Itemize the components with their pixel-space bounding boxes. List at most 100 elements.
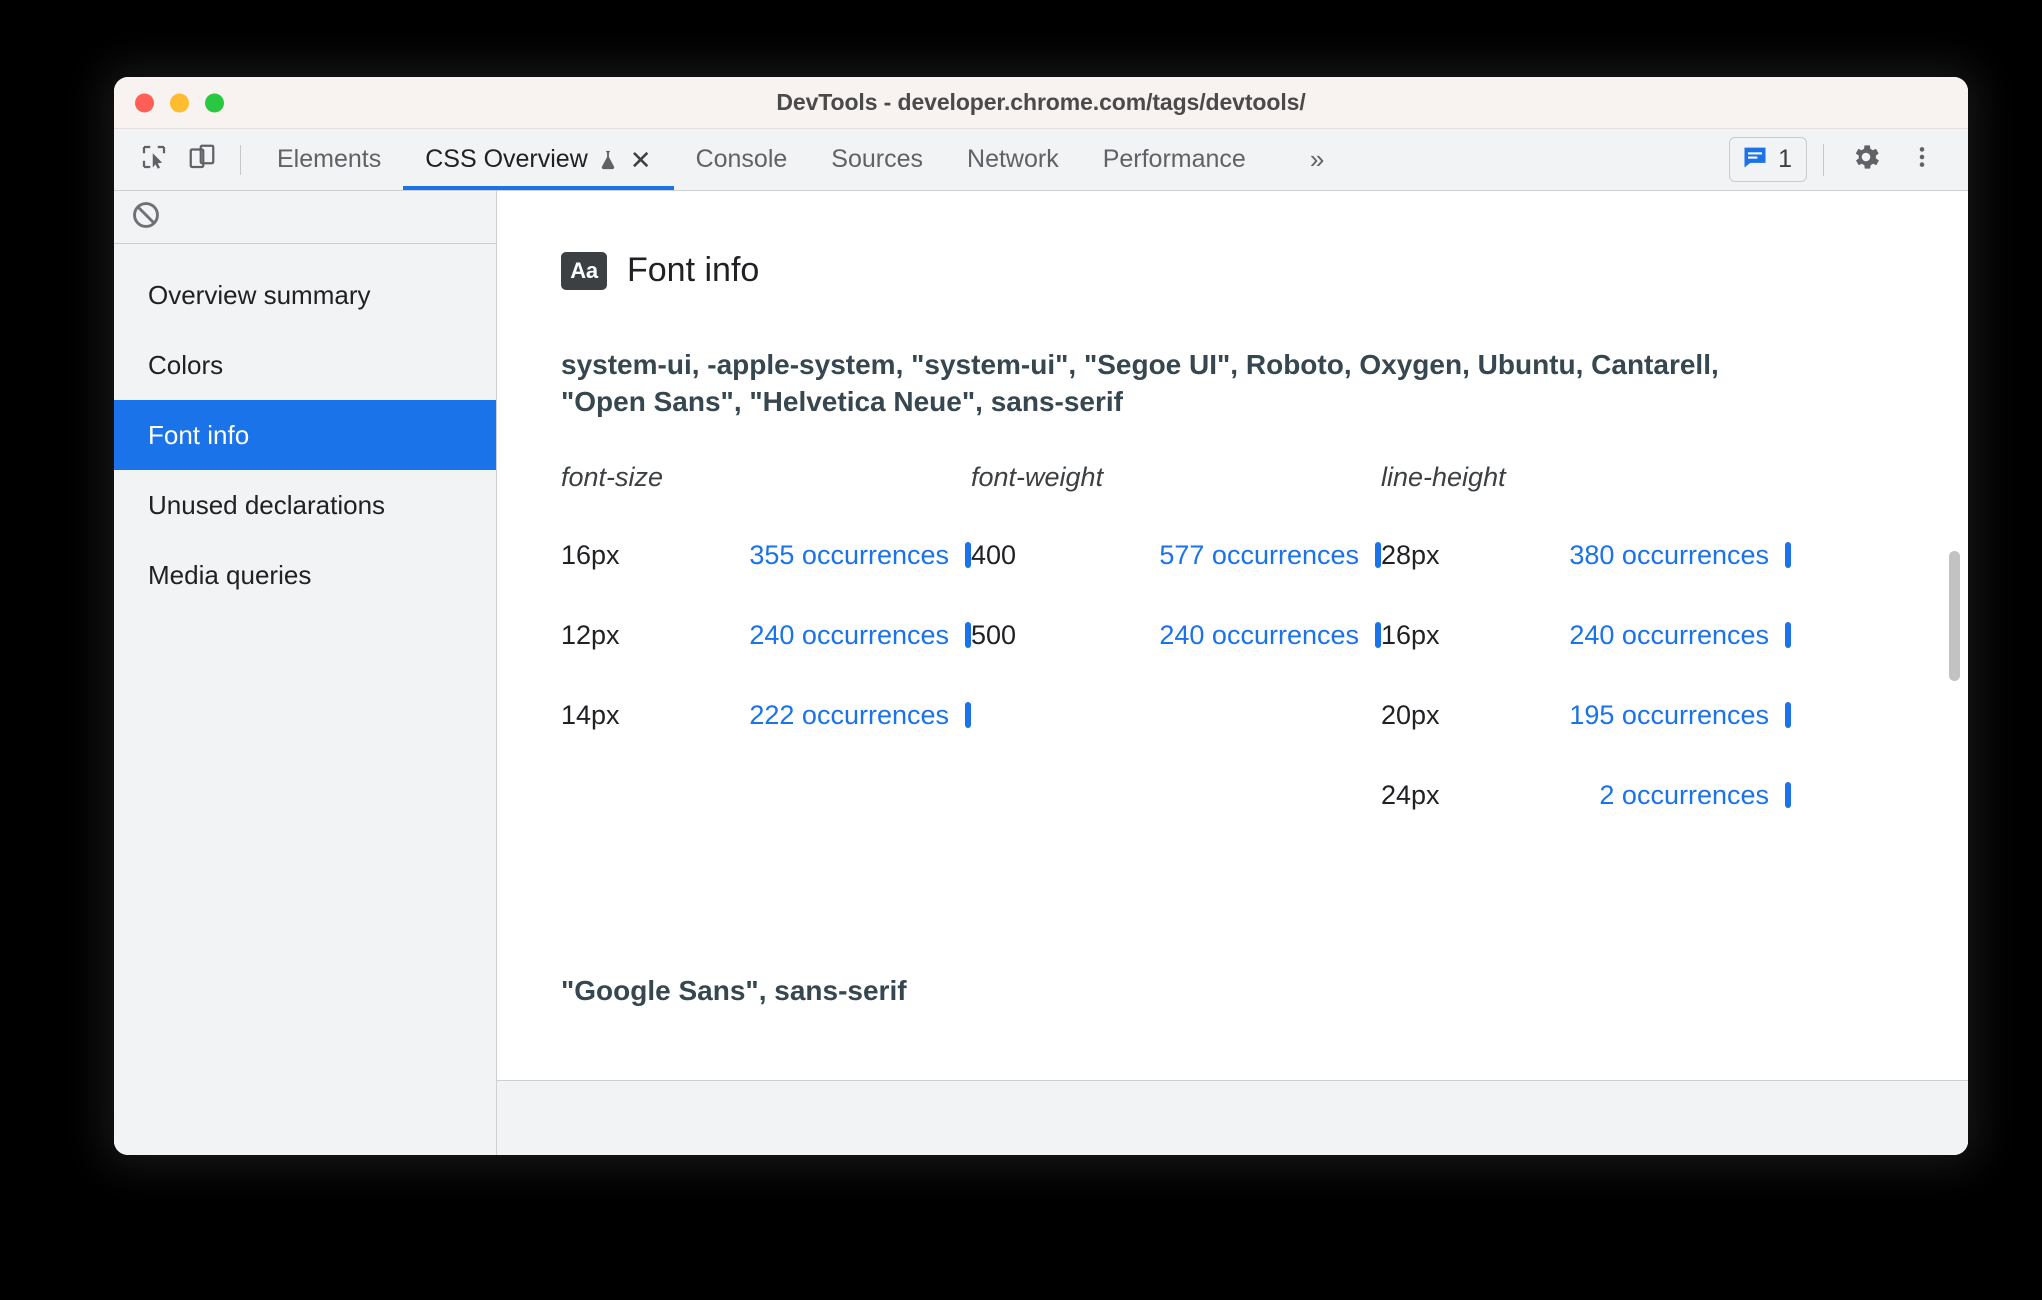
issues-count: 1 [1778, 145, 1792, 173]
window-titlebar: DevTools - developer.chrome.com/tags/dev… [114, 77, 1968, 129]
table-row: 16px 240 occurrences [1381, 595, 1791, 675]
experiment-flask-icon [597, 147, 619, 173]
section-header: Aa Font info [561, 251, 1968, 290]
vertical-dots-icon [1909, 142, 1935, 177]
line-height-column: 28px 380 occurrences 16px 240 occurrence… [1381, 515, 1791, 835]
metric-bar [1785, 702, 1791, 729]
tab-label: Console [695, 145, 788, 173]
metric-key: 20px [1381, 699, 1440, 730]
sidebar-item-unused-declarations[interactable]: Unused declarations [114, 470, 496, 540]
more-tabs-button[interactable]: » [1268, 129, 1363, 190]
metric-occurrences-link[interactable]: 355 occurrences [659, 540, 965, 571]
metric-key: 28px [1381, 539, 1440, 570]
tab-network[interactable]: Network [945, 129, 1081, 190]
metric-occurrences-link[interactable]: 240 occurrences [1479, 620, 1785, 651]
toolbar-divider [240, 144, 241, 175]
metric-occurrences-link[interactable]: 195 occurrences [1479, 700, 1785, 731]
sidebar-item-colors[interactable]: Colors [114, 330, 496, 400]
metric-occurrences-link[interactable]: 577 occurrences [1069, 540, 1375, 571]
tab-label: Sources [831, 145, 924, 173]
table-row: 12px 240 occurrences [561, 595, 971, 675]
table-row: 20px 195 occurrences [1381, 675, 1791, 755]
tab-label: Network [967, 145, 1059, 173]
metric-occurrences-link[interactable]: 2 occurrences [1479, 780, 1785, 811]
inspect-element-button[interactable] [130, 136, 178, 184]
sidebar-toolbar [114, 191, 496, 244]
metric-key: 12px [561, 619, 620, 650]
table-row: 28px 380 occurrences [1381, 515, 1791, 595]
font-family-secondary: "Google Sans", sans-serif [561, 975, 907, 1007]
devtools-body: Overview summary Colors Font info Unused… [114, 191, 1968, 1155]
metric-bar [1785, 782, 1791, 809]
column-header-font-weight: font-weight [971, 462, 1104, 493]
css-overview-sidebar: Overview summary Colors Font info Unused… [114, 191, 497, 1155]
font-size-column: 16px 355 occurrences 12px 240 occurrence… [561, 515, 971, 835]
inspect-element-icon [139, 142, 169, 177]
chevron-double-right-icon: » [1309, 144, 1324, 174]
table-row: 500 240 occurrences [971, 595, 1381, 675]
window-title: DevTools - developer.chrome.com/tags/dev… [776, 89, 1306, 115]
metric-key: 400 [971, 539, 1017, 570]
table-row: 24px 2 occurrences [1381, 755, 1791, 835]
tab-label: Elements [277, 145, 382, 173]
metrics-header-row: font-size font-weight line-height [561, 462, 1791, 493]
metric-key: 500 [971, 619, 1017, 650]
column-header-line-height: line-height [1381, 462, 1506, 493]
font-badge-icon: Aa [561, 251, 607, 290]
screenshot-root: DevTools - developer.chrome.com/tags/dev… [0, 0, 2042, 1300]
device-toolbar-icon [187, 142, 217, 177]
devtools-window: DevTools - developer.chrome.com/tags/dev… [114, 77, 1968, 1155]
metric-key: 16px [1381, 619, 1440, 650]
column-header-font-size: font-size [561, 462, 664, 493]
metrics-body: 16px 355 occurrences 12px 240 occurrence… [561, 515, 1791, 835]
metric-key: 14px [561, 699, 620, 730]
settings-button[interactable] [1840, 134, 1892, 186]
tab-elements[interactable]: Elements [255, 129, 403, 190]
font-weight-column: 400 577 occurrences 500 240 occurrences [971, 515, 1381, 835]
metric-occurrences-link[interactable]: 240 occurrences [1069, 620, 1375, 651]
metric-occurrences-link[interactable]: 380 occurrences [1479, 540, 1785, 571]
sidebar-item-label: Unused declarations [148, 489, 386, 520]
close-tab-icon[interactable]: ✕ [630, 147, 652, 173]
tab-console[interactable]: Console [674, 129, 810, 190]
tab-css-overview[interactable]: CSS Overview ✕ [403, 129, 674, 190]
table-row: 14px 222 occurrences [561, 675, 971, 755]
tab-sources[interactable]: Sources [809, 129, 945, 190]
tab-label: CSS Overview [425, 145, 588, 173]
bottom-drawer [497, 1080, 1968, 1155]
issues-button[interactable]: 1 [1729, 137, 1807, 182]
metric-key: 24px [1381, 779, 1440, 810]
close-window-button[interactable] [135, 93, 154, 112]
page-title: Font info [627, 251, 760, 289]
vertical-scrollbar[interactable] [1946, 191, 1962, 1080]
toolbar-divider-2 [1823, 143, 1824, 176]
sidebar-item-label: Media queries [148, 559, 312, 590]
sidebar-item-media-queries[interactable]: Media queries [114, 540, 496, 610]
font-family-primary: system-ui, -apple-system, "system-ui", "… [561, 349, 1719, 418]
gear-icon [1850, 141, 1882, 178]
traffic-lights [135, 93, 224, 112]
tab-performance[interactable]: Performance [1081, 129, 1268, 190]
metric-occurrences-link[interactable]: 240 occurrences [659, 620, 965, 651]
main-panel: Aa Font info system-ui, -apple-system, "… [497, 191, 1968, 1155]
sidebar-item-font-info[interactable]: Font info [114, 400, 496, 470]
metric-bar [1785, 622, 1791, 649]
main-menu-button[interactable] [1896, 134, 1948, 186]
table-row: 400 577 occurrences [971, 515, 1381, 595]
maximize-window-button[interactable] [205, 93, 224, 112]
sidebar-item-label: Colors [148, 349, 224, 380]
devtools-toolbar: Elements CSS Overview ✕ Console Sources [114, 129, 1968, 191]
minimize-window-button[interactable] [170, 93, 189, 112]
tab-label: Performance [1102, 145, 1246, 173]
device-toolbar-button[interactable] [178, 136, 226, 184]
scrollbar-thumb[interactable] [1949, 551, 1960, 681]
metric-bar [1785, 542, 1791, 569]
sidebar-item-overview-summary[interactable]: Overview summary [114, 260, 496, 330]
sidebar-items: Overview summary Colors Font info Unused… [114, 244, 496, 610]
font-metrics-table: font-size font-weight line-height 16px 3… [561, 462, 1791, 835]
block-clear-icon[interactable] [130, 199, 162, 236]
metric-occurrences-link[interactable]: 222 occurrences [659, 700, 965, 731]
sidebar-item-label: Overview summary [148, 279, 371, 310]
sidebar-item-label: Font info [148, 419, 250, 450]
table-row: 16px 355 occurrences [561, 515, 971, 595]
